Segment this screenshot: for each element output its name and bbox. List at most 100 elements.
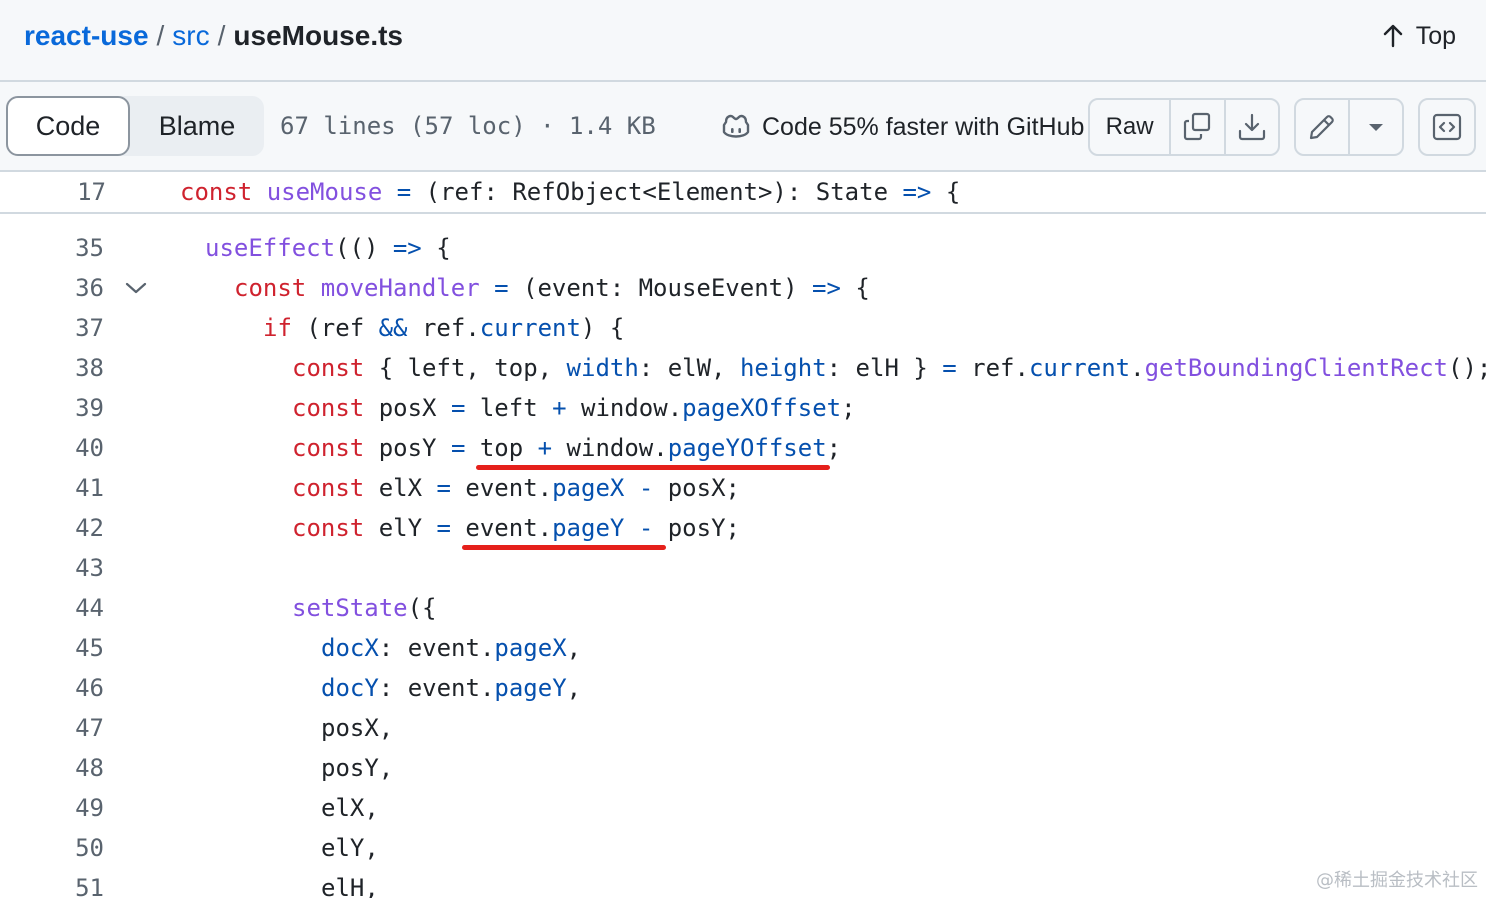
chevron-down-icon[interactable] (124, 277, 148, 299)
copilot-promo-link[interactable]: Code 55% faster with GitHub Copilot (720, 110, 1090, 144)
code-token: pageY (552, 514, 625, 542)
download-raw-button[interactable] (1226, 100, 1278, 154)
code-token: (ref: RefObject<Element>): State (411, 178, 903, 206)
tab-code[interactable]: Code (6, 96, 130, 156)
code-token: , (566, 634, 582, 662)
breadcrumb-separator: / (217, 20, 226, 51)
code-line: 44 setState({ (0, 588, 1486, 628)
line-number[interactable]: 35 (0, 228, 104, 268)
more-edit-options-button[interactable] (1350, 100, 1402, 154)
file-meta: 67 lines (57 loc) · 1.4 KB (280, 112, 656, 140)
code-token: window. (566, 394, 683, 422)
code-token: elY, (321, 834, 379, 862)
code-token: posX (364, 394, 451, 422)
line-number[interactable]: 51 (0, 868, 104, 898)
code-token: : elW, (638, 354, 740, 382)
code-line-text: const elY = event.pageY - posY; (176, 508, 740, 548)
code-line: 38 const { left, top, width: elW, height:… (0, 348, 1486, 388)
code-token: => (812, 274, 841, 302)
code-token: posX, (321, 714, 394, 742)
code-token: = (396, 178, 412, 206)
code-line: 51 elH, (0, 868, 1486, 898)
code-line-text: elH, (176, 868, 379, 898)
file-toolbar: Code Blame 67 lines (57 loc) · 1.4 KB Co… (0, 82, 1486, 172)
line-number[interactable]: 17 (0, 172, 106, 212)
code-token: docY (321, 674, 379, 702)
line-number[interactable]: 47 (0, 708, 104, 748)
watermark: @稀土掘金技术社区 (1316, 870, 1478, 891)
code-token: width (566, 354, 639, 382)
code-token: elX, (321, 794, 379, 822)
triangle-down-icon (1369, 124, 1383, 131)
code-token: : event. (378, 634, 495, 662)
code-token: current (1028, 354, 1131, 382)
code-token: - (638, 514, 654, 542)
line-number[interactable]: 38 (0, 348, 104, 388)
code-line-text: docY: event.pageY, (176, 668, 581, 708)
line-number[interactable]: 48 (0, 748, 104, 788)
code-line: 42 const elY = event.pageY - posY; (0, 508, 1486, 548)
line-number[interactable]: 37 (0, 308, 104, 348)
symbols-panel-button[interactable] (1420, 100, 1474, 154)
code-line-text: const { left, top, width: elW, height: e… (176, 348, 1486, 388)
code-line-text: const useMouse = (ref: RefObject<Element… (180, 172, 960, 212)
code-line-text: if (ref && ref.current) { (176, 308, 624, 348)
code-token: { (931, 178, 961, 206)
code-token: ; (826, 434, 842, 462)
code-line-text: docX: event.pageX, (176, 628, 581, 668)
code-line: 37 if (ref && ref.current) { (0, 308, 1486, 348)
code-line: 35 useEffect(() => { (0, 228, 1486, 268)
line-number[interactable]: 44 (0, 588, 104, 628)
pencil-icon (1309, 115, 1334, 140)
code-line-text: posY, (176, 748, 393, 788)
code-token: { (421, 234, 451, 262)
breadcrumb-folder-link[interactable]: src (172, 20, 209, 51)
line-number[interactable]: 43 (0, 548, 104, 588)
line-number[interactable]: 46 (0, 668, 104, 708)
breadcrumb: react-use / src / useMouse.ts (24, 18, 403, 54)
raw-button[interactable]: Raw (1090, 100, 1172, 154)
line-number[interactable]: 40 (0, 428, 104, 468)
back-to-top-link[interactable]: Top (1382, 18, 1456, 54)
copilot-promo-text: Code 55% faster with GitHub Copilot (762, 113, 1090, 141)
tab-blame[interactable]: Blame (130, 96, 264, 156)
code-token: = (450, 434, 466, 462)
code-token: current (479, 314, 581, 342)
code-line: 43 (0, 548, 1486, 588)
code-token: pageX (552, 474, 625, 502)
code-line-text: const elX = event.pageX - posX; (176, 468, 740, 508)
breadcrumb-repo-link[interactable]: react-use (24, 20, 149, 51)
breadcrumb-file-name: useMouse.ts (233, 20, 404, 51)
code-token: getBoundingClientRect (1144, 354, 1448, 382)
line-number[interactable]: 45 (0, 628, 104, 668)
line-number[interactable]: 39 (0, 388, 104, 428)
code-token: : elH } (826, 354, 943, 382)
line-number[interactable]: 49 (0, 788, 104, 828)
code-token: ) { (580, 314, 625, 342)
line-number[interactable]: 50 (0, 828, 104, 868)
code-token: const (292, 394, 365, 422)
code-line: 45 docX: event.pageX, (0, 628, 1486, 668)
code-line: 36 const moveHandler = (event: MouseEvent… (0, 268, 1486, 308)
code-line-text: useEffect(() => { (176, 228, 451, 268)
code-token: => (902, 178, 932, 206)
edit-group (1294, 98, 1404, 156)
line-number[interactable]: 41 (0, 468, 104, 508)
edit-file-button[interactable] (1296, 100, 1350, 154)
code-line: 48 posY, (0, 748, 1486, 788)
code-line: 50 elY, (0, 828, 1486, 868)
copy-raw-button[interactable] (1171, 100, 1226, 154)
code-token: moveHandler (320, 274, 480, 302)
line-number[interactable]: 42 (0, 508, 104, 548)
code-token: (() (335, 234, 393, 262)
code-line: 46 docY: event.pageY, (0, 668, 1486, 708)
line-number[interactable]: 36 (0, 268, 104, 308)
code-token: (ref (291, 314, 379, 342)
code-token: elX (364, 474, 437, 502)
code-token: posY; (653, 514, 740, 542)
back-to-top-label: Top (1415, 22, 1456, 50)
